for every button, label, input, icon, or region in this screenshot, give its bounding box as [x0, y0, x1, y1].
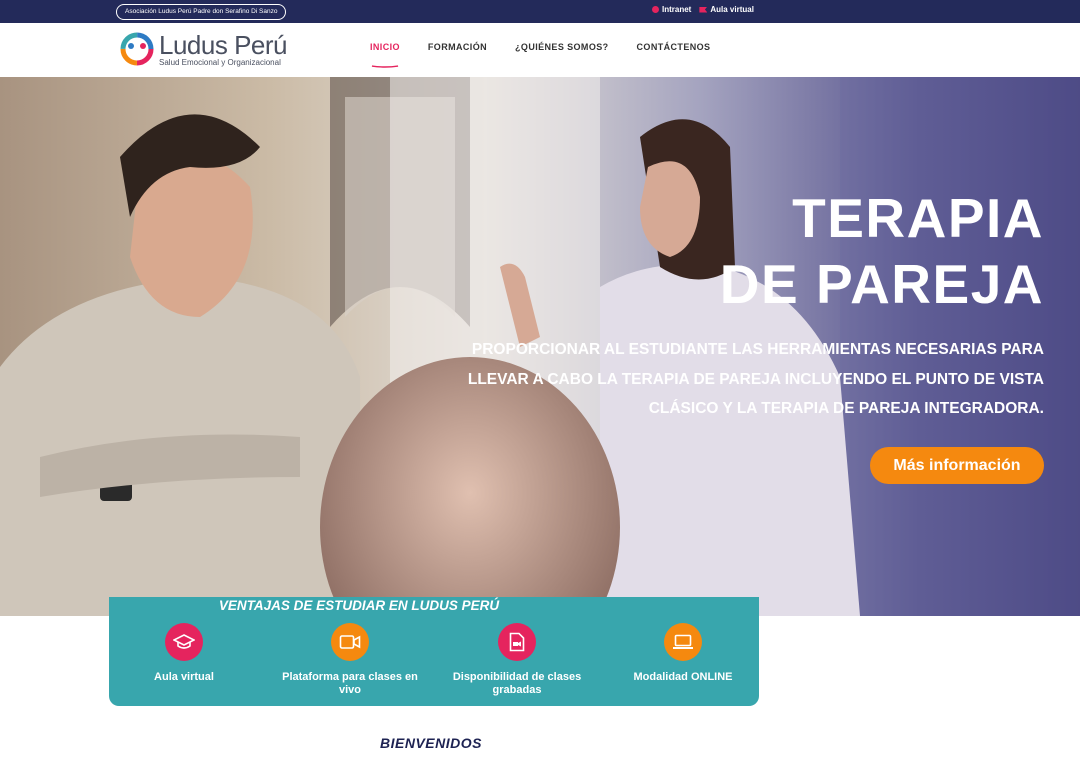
intranet-label: Intranet — [662, 5, 692, 14]
benefit-label: Aula virtual — [154, 671, 214, 683]
site-header: Ludus Perú Salud Emocional y Organizacio… — [0, 23, 1080, 77]
nav-item-quienes-somos[interactable]: ¿QUIÉNES SOMOS? — [515, 42, 609, 52]
top-links: Intranet Aula virtual — [652, 5, 754, 14]
main-nav: INICIO FORMACIÓN ¿QUIÉNES SOMOS? CONTÁCT… — [370, 42, 738, 52]
association-link[interactable]: Asociación Ludus Perú Padre don Serafino… — [116, 4, 287, 20]
hero-description: Proporcionar al estudiante las herramien… — [467, 341, 1044, 417]
welcome-heading: BIENVENIDOS — [380, 735, 482, 751]
benefit-label: Modalidad ONLINE — [633, 671, 733, 683]
hero-banner: TERAPIA DE PAREJA Proporcionar al estudi… — [0, 77, 1080, 616]
aula-virtual-label: Aula virtual — [710, 5, 754, 14]
map-pin-icon — [652, 6, 659, 13]
laptop-icon — [664, 623, 702, 661]
benefit-modalidad-online: Modalidad ONLINE — [613, 623, 753, 684]
flag-icon — [699, 6, 708, 13]
intranet-link[interactable]: Intranet — [652, 5, 691, 14]
hero-title-line1: TERAPIA — [792, 187, 1044, 249]
benefits-panel: VENTAJAS DE ESTUDIAR EN LUDUS PERÚ Aula … — [109, 597, 759, 706]
top-bar: Asociación Ludus Perú Padre don Serafino… — [0, 0, 1080, 23]
hero-title: TERAPIA DE PAREJA — [720, 185, 1044, 317]
aula-virtual-link[interactable]: Aula virtual — [699, 5, 754, 14]
brand-name: Ludus Perú — [159, 29, 287, 60]
site-logo[interactable]: Ludus Perú Salud Emocional y Organizacio… — [119, 31, 287, 67]
benefit-clases-grabadas: Disponibilidad de clases grabadas — [447, 623, 587, 697]
more-info-button[interactable]: Más información — [870, 447, 1044, 484]
nav-item-contactenos[interactable]: CONTÁCTENOS — [637, 42, 711, 52]
benefit-plataforma: Plataforma para clases en vivo — [280, 623, 420, 697]
brand-tagline: Salud Emocional y Organizacional — [159, 57, 281, 67]
benefits-title: VENTAJAS DE ESTUDIAR EN LUDUS PERÚ — [218, 598, 500, 613]
nav-item-formacion[interactable]: FORMACIÓN — [428, 42, 487, 52]
logo-mark-icon — [119, 31, 155, 67]
active-nav-indicator — [371, 65, 399, 68]
nav-item-inicio[interactable]: INICIO — [370, 42, 400, 52]
benefit-aula-virtual: Aula virtual — [114, 623, 254, 684]
benefit-label: Disponibilidad de clases grabadas — [452, 671, 582, 696]
graduation-cap-icon — [165, 623, 203, 661]
hero-title-line2: DE PAREJA — [719, 253, 1044, 315]
video-file-icon — [498, 623, 536, 661]
video-camera-icon — [331, 623, 369, 661]
benefit-label: Plataforma para clases en vivo — [282, 671, 418, 696]
